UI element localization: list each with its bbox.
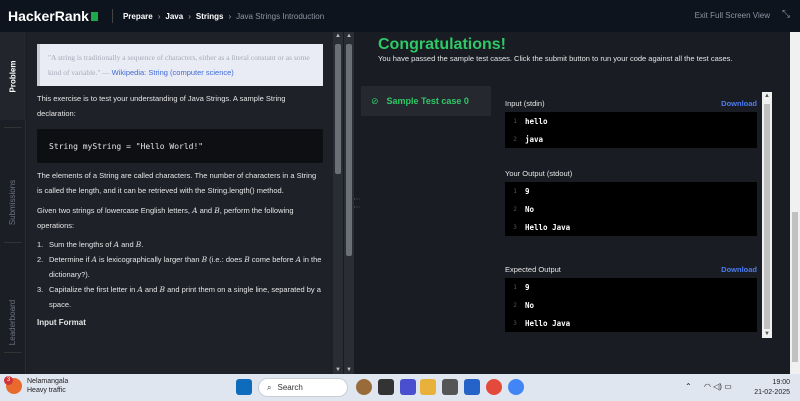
congrats-title: Congratulations! <box>378 36 506 53</box>
scroll-up-icon[interactable]: ▲ <box>762 93 772 99</box>
windows-start-icon[interactable] <box>236 379 252 395</box>
scroll-up-icon[interactable]: ▲ <box>344 33 354 39</box>
breadcrumb: Prepare › Java › Strings › Java Strings … <box>123 12 324 21</box>
problem-scrollbar[interactable]: ▲ ▼ <box>333 32 343 374</box>
top-bar: HackerRank Prepare › Java › Strings › Ja… <box>0 0 800 32</box>
definition-quote: "A string is traditionally a sequence of… <box>37 44 323 86</box>
wifi-icon[interactable]: ◠ <box>704 382 711 391</box>
list-item: 2 No <box>513 204 535 214</box>
volume-icon[interactable]: ◁) <box>713 382 722 391</box>
list-item: 2 No <box>513 300 535 310</box>
scroll-down-icon[interactable]: ▼ <box>762 331 772 337</box>
search-icon: ⌕ <box>267 382 272 392</box>
weather-widget[interactable]: 3 Nelamangala Heavy traffic <box>4 376 68 395</box>
tab-problem[interactable]: Problem <box>0 32 26 120</box>
list-item: 2 java <box>513 134 544 144</box>
input-box: 1 hello 2 java <box>505 112 757 148</box>
list-item: 19 <box>513 186 530 196</box>
exit-fullscreen-link[interactable]: Exit Full Screen View <box>695 11 770 20</box>
list-item: 1 hello <box>513 116 548 126</box>
header-divider <box>111 9 113 23</box>
tab-divider <box>4 127 22 128</box>
scrollbar-thumb[interactable] <box>335 44 341 174</box>
tab-divider <box>4 352 22 353</box>
app-icon[interactable] <box>400 379 416 395</box>
check-circle-icon: ⊘ <box>371 95 379 106</box>
collapse-icon[interactable]: ⤡ <box>782 9 790 20</box>
task-view-icon[interactable] <box>378 379 394 395</box>
tab-sample-test-case-0[interactable]: ⊘ Sample Test case 0 <box>361 86 491 116</box>
input-format-heading: Input Format <box>37 318 86 327</box>
battery-icon[interactable]: ▭ <box>724 382 732 391</box>
scrollbar-thumb[interactable] <box>764 104 770 329</box>
output-header: Your Output (stdout) <box>505 168 573 178</box>
scroll-up-icon[interactable]: ▲ <box>333 33 343 39</box>
expected-header: Expected Output Download <box>505 264 757 274</box>
input-header: Input (stdin) Download <box>505 98 757 108</box>
io-scrollbar[interactable]: ▲ ▼ <box>762 92 772 338</box>
scroll-down-icon[interactable]: ▼ <box>344 367 354 373</box>
scroll-down-icon[interactable]: ▼ <box>333 367 343 373</box>
chrome-profile-icon[interactable] <box>508 379 524 395</box>
input-download-link[interactable]: Download <box>721 99 757 108</box>
taskbar-search[interactable]: ⌕ Search <box>258 378 348 397</box>
file-explorer-icon[interactable] <box>420 379 436 395</box>
task-paragraph: Given two strings of lowercase English l… <box>37 206 294 230</box>
windows-taskbar: 3 Nelamangala Heavy traffic ⌕ Search ⌃ ◠… <box>0 374 800 401</box>
store-icon[interactable] <box>442 379 458 395</box>
list-item: 3. Capitalize the first letter in A and … <box>37 285 321 309</box>
scrollbar-thumb[interactable] <box>346 44 352 256</box>
breadcrumb-strings[interactable]: Strings <box>196 12 224 21</box>
list-item: 2. Determine if A is lexicographically l… <box>37 255 322 279</box>
chevron-up-icon[interactable]: ⌃ <box>685 382 692 391</box>
problem-panel: "A string is traditionally a sequence of… <box>27 32 333 374</box>
intro-paragraph: This exercise is to test your understand… <box>37 94 286 118</box>
list-item: 3 Hello Java <box>513 222 571 232</box>
hackerrank-logo[interactable]: HackerRank <box>8 8 98 24</box>
vertical-tabs: Problem Submissions Leaderboard <box>0 32 26 374</box>
page-scrollbar[interactable] <box>790 32 800 374</box>
taskbar-clock[interactable]: 19:00 21-02-2025 <box>754 378 790 398</box>
congrats-subtitle: You have passed the sample test cases. C… <box>378 54 733 63</box>
scrollbar-thumb[interactable] <box>792 212 798 362</box>
logo-square-icon <box>90 11 98 21</box>
chevron-right-icon: › <box>228 11 232 21</box>
code-sample: String myString = "Hello World!" <box>37 129 323 163</box>
io-section: Input (stdin) Download 1 hello 2 java Your… <box>505 96 757 332</box>
list-item: 19 <box>513 282 530 292</box>
tab-leaderboard[interactable]: Leaderboard <box>0 272 26 372</box>
output-box: 19 2 No 3 Hello Java <box>505 182 757 236</box>
operations-list: 1. Sum the lengths of A and B. 2. Determ… <box>37 237 323 312</box>
breadcrumb-current: Java Strings Introduction <box>236 11 325 21</box>
system-tray[interactable]: ⌃ ◠ ◁) ▭ <box>685 382 732 391</box>
wikipedia-link[interactable]: Wikipedia: String (computer science) <box>112 68 234 77</box>
length-paragraph: The elements of a String are called char… <box>37 171 317 195</box>
expected-download-link[interactable]: Download <box>721 265 757 274</box>
breadcrumb-java[interactable]: Java <box>165 12 183 21</box>
results-panel: Congratulations! You have passed the sam… <box>360 32 800 374</box>
chrome-icon[interactable] <box>486 379 502 395</box>
copilot-icon[interactable] <box>356 379 372 395</box>
list-item: 1. Sum the lengths of A and B. <box>37 240 144 249</box>
chevron-right-icon: › <box>188 11 191 21</box>
expected-box: 19 2 No 3 Hello Java <box>505 278 757 332</box>
tab-divider <box>4 242 22 243</box>
tab-submissions[interactable]: Submissions <box>0 152 26 252</box>
mail-icon[interactable] <box>464 379 480 395</box>
weather-icon: 3 <box>4 376 22 394</box>
notification-badge: 3 <box>4 376 13 385</box>
chevron-right-icon: › <box>157 11 161 21</box>
list-item: 3 Hello Java <box>513 318 571 328</box>
breadcrumb-prepare[interactable]: Prepare <box>123 12 153 21</box>
